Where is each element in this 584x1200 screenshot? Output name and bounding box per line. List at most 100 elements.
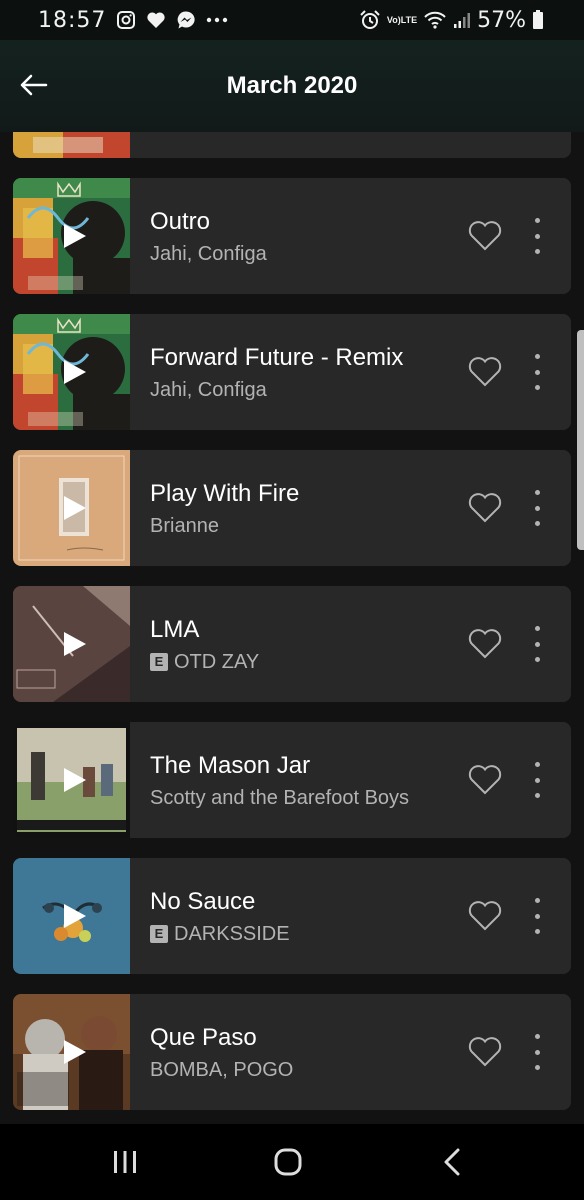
track-title: The Mason Jar <box>150 751 311 779</box>
track-text: Play With Fire Brianne <box>130 479 571 538</box>
dot <box>534 1034 540 1039</box>
heart-outline-icon[interactable] <box>467 354 503 388</box>
more-notifications-icon <box>206 17 228 23</box>
dot <box>534 762 540 767</box>
track-title: Forward Future - Remix <box>150 343 404 371</box>
dot <box>534 641 540 647</box>
artist-name: Scotty and the Barefoot Boys <box>150 786 410 809</box>
more-options-button[interactable] <box>527 488 547 528</box>
scrollbar-thumb[interactable] <box>577 330 584 550</box>
track-artist: Scotty and the Barefoot Boys <box>150 786 571 810</box>
back-icon[interactable] <box>442 1148 462 1176</box>
heart-outline-icon[interactable] <box>467 762 503 796</box>
track-card[interactable]: Forward Future - Remix Jahi, Configa <box>13 314 571 430</box>
dot <box>534 1049 540 1055</box>
album-art <box>13 858 130 974</box>
album-art <box>13 132 130 158</box>
track-text: The Mason Jar Scotty and the Barefoot Bo… <box>130 751 571 810</box>
track-card[interactable]: No Sauce E DARKSSIDE <box>13 858 571 974</box>
dot <box>534 249 540 254</box>
battery-percent: 57% <box>477 7 526 33</box>
album-art <box>13 178 130 294</box>
dot <box>534 793 540 798</box>
heart-outline-icon[interactable] <box>467 218 503 252</box>
heart-outline-icon[interactable] <box>467 626 503 660</box>
battery-icon <box>532 10 544 30</box>
track-artist: BOMBA, POGO <box>150 1058 571 1082</box>
play-icon[interactable] <box>62 766 88 794</box>
wifi-icon <box>423 10 447 30</box>
track-title: No Sauce <box>150 887 256 915</box>
home-icon[interactable] <box>274 1148 302 1176</box>
page-title: March 2020 <box>226 72 358 99</box>
track-title: Que Paso <box>150 1023 257 1051</box>
play-icon[interactable] <box>62 222 88 250</box>
track-artist: Jahi, Configa <box>150 242 571 266</box>
play-icon[interactable] <box>62 630 88 658</box>
status-time: 18:57 <box>38 7 107 33</box>
explicit-badge: E <box>150 924 168 943</box>
play-icon[interactable] <box>62 1038 88 1066</box>
track-card[interactable]: Outro Jahi, Configa <box>13 178 571 294</box>
volte-icon: Vo) LTE <box>386 14 418 25</box>
album-art <box>13 450 130 566</box>
arrow-left-icon <box>20 74 48 96</box>
track-title: Outro <box>150 207 211 235</box>
network-label: LTE <box>400 14 418 25</box>
track-artist: Jahi, Configa <box>150 378 571 402</box>
track-text: Outro Jahi, Configa <box>130 207 571 266</box>
track-card[interactable] <box>13 132 571 158</box>
dot <box>534 490 540 495</box>
dot <box>534 233 540 239</box>
dot <box>534 385 540 390</box>
track-card[interactable]: Que Paso BOMBA, POGO <box>13 994 571 1110</box>
more-options-button[interactable] <box>527 352 547 392</box>
track-title: Play With Fire <box>150 479 300 507</box>
system-nav-bar <box>0 1124 584 1200</box>
dot <box>534 521 540 526</box>
heart-outline-icon[interactable] <box>467 1034 503 1068</box>
track-list[interactable]: Outro Jahi, Configa Forward Future - Rem… <box>0 132 584 1124</box>
more-options-button[interactable] <box>527 896 547 936</box>
play-icon[interactable] <box>62 494 88 522</box>
album-art <box>13 314 130 430</box>
track-artist: E OTD ZAY <box>150 650 571 674</box>
track-title: LMA <box>150 615 200 643</box>
more-options-button[interactable] <box>527 1032 547 1072</box>
heart-outline-icon[interactable] <box>467 490 503 524</box>
track-card[interactable]: Play With Fire Brianne <box>13 450 571 566</box>
track-artist: E DARKSSIDE <box>150 922 571 946</box>
dot <box>534 369 540 375</box>
artist-name: Jahi, Configa <box>150 378 267 401</box>
artist-name: BOMBA, POGO <box>150 1058 294 1081</box>
track-card[interactable]: The Mason Jar Scotty and the Barefoot Bo… <box>13 722 571 838</box>
dot <box>534 898 540 903</box>
back-button[interactable] <box>16 68 50 102</box>
dot <box>534 657 540 662</box>
track-card[interactable]: LMA E OTD ZAY <box>13 586 571 702</box>
album-art <box>13 994 130 1110</box>
play-icon[interactable] <box>62 358 88 386</box>
track-text: No Sauce E DARKSSIDE <box>130 887 571 946</box>
artist-name: DARKSSIDE <box>174 922 290 945</box>
dot <box>534 1065 540 1070</box>
more-options-button[interactable] <box>527 760 547 800</box>
heart-outline-icon[interactable] <box>467 898 503 932</box>
status-right: Vo) LTE 57% <box>359 8 544 33</box>
play-icon[interactable] <box>62 902 88 930</box>
messenger-icon <box>176 10 196 30</box>
more-options-button[interactable] <box>527 216 547 256</box>
recent-apps-icon[interactable] <box>112 1150 138 1174</box>
status-bar: 18:57 Vo) LTE 57% <box>0 0 584 40</box>
artist-name: Brianne <box>150 514 219 537</box>
dot <box>534 913 540 919</box>
track-text: Que Paso BOMBA, POGO <box>130 1023 571 1082</box>
track-artist: Brianne <box>150 514 571 538</box>
screen: 18:57 Vo) LTE 57% March 2020 Outro Jahi,… <box>0 0 584 1200</box>
more-options-button[interactable] <box>527 624 547 664</box>
artist-name: Jahi, Configa <box>150 242 267 265</box>
album-art <box>13 586 130 702</box>
artist-name: OTD ZAY <box>174 650 260 673</box>
track-text: Forward Future - Remix Jahi, Configa <box>130 343 571 402</box>
album-art <box>13 722 130 838</box>
